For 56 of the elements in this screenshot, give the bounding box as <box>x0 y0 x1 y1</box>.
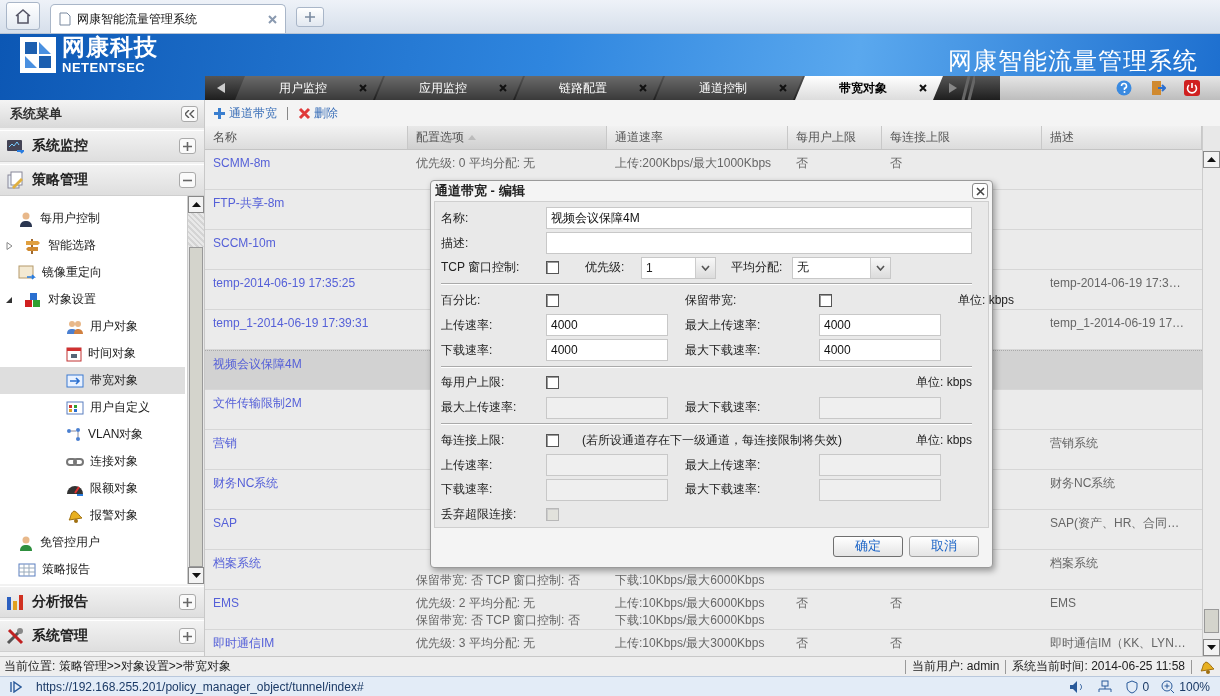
unit-label: 单位: kbps <box>958 292 1014 310</box>
field-label: TCP 窗口控制: <box>441 259 521 277</box>
table-cell-text: temp_1-2014-06-19 17… <box>1049 315 1186 332</box>
field-label: 最大上传速率: <box>685 316 762 334</box>
field-label: 每用户上限: <box>441 374 506 392</box>
field-label: 上传速率: <box>441 316 494 334</box>
field-label: 最大下载速率: <box>685 399 762 417</box>
unit-label: 单位: kbps <box>916 431 972 449</box>
table-cell-text: 营销系统 <box>1049 435 1099 452</box>
field-label: 丢弃超限连接: <box>441 506 518 524</box>
table-cell-text: 上传:10Kbps/最大3000Kbps <box>614 635 766 652</box>
table-cell-text: EMS <box>1049 595 1077 612</box>
field-label: 最大上传速率: <box>685 456 762 474</box>
field-label: 名称: <box>441 209 470 227</box>
field-label: 平均分配: <box>731 259 784 277</box>
field-label: 上传速率: <box>441 456 494 474</box>
table-cell-text: 保留带宽: 否 TCP 窗口控制: 否 <box>415 572 581 589</box>
field-label: 每连接上限: <box>441 431 506 449</box>
table-cell-text: 优先级: 2 平均分配: 无 保留带宽: 否 TCP 窗口控制: 否 <box>415 595 581 629</box>
table-cell-text: 否 <box>889 155 903 172</box>
table-cell-text: 否 <box>889 635 903 652</box>
field-label: 最大下载速率: <box>685 341 762 359</box>
current-user: 当前用户: admin <box>912 658 1000 675</box>
table-cell-text: SAP(资产、HR、合同… <box>1049 515 1181 532</box>
field-label: 优先级: <box>585 259 626 277</box>
table-cell-text: 优先级: 0 平均分配: 无 <box>415 155 537 172</box>
zoom-level: 100% <box>1179 679 1210 694</box>
note-text: (若所设通道存在下一级通道，每连接限制将失效) <box>582 431 842 449</box>
field-label: 描述: <box>441 234 470 252</box>
table-cell-text: temp-2014-06-19 17:3… <box>1049 275 1182 292</box>
table-cell-text: 即时通信IM（KK、LYN… <box>1049 635 1187 652</box>
table-cell-text: 否 <box>889 595 903 612</box>
table-cell-text: 否 <box>795 155 809 172</box>
unit-label: 单位: kbps <box>916 374 972 392</box>
blocked-count: 0 <box>1142 679 1150 694</box>
status-url: https://192.168.255.201/policy_manager_object/tunnel/index# <box>36 679 364 694</box>
system-time: 系统当前时间: 2014-06-25 11:58 <box>1012 658 1185 675</box>
system-title: 网康智能流量管理系统 <box>948 46 1198 76</box>
breadcrumb: 当前位置: 策略管理>>对象设置>>带宽对象 <box>4 658 231 675</box>
table-cell-text: 下载:10Kbps/最大6000Kbps <box>614 572 766 589</box>
table-cell-text: 否 <box>795 595 809 612</box>
logo-text: 网康科技 <box>62 36 158 59</box>
table-cell-text: 档案系统 <box>1049 555 1099 572</box>
field-label: 百分比: <box>441 292 482 310</box>
table-cell-text: 上传:200Kbps/最大1000Kbps <box>614 155 773 172</box>
table-cell-text: 财务NC系统 <box>1049 475 1117 492</box>
field-label: 保留带宽: <box>685 292 738 310</box>
field-label: 下载速率: <box>441 481 494 499</box>
field-label: 下载速率: <box>441 341 494 359</box>
field-label: 最大上传速率: <box>441 399 518 417</box>
table-cell-text: 上传:10Kbps/最大6000Kbps 下载:10Kbps/最大6000Kbps <box>614 595 766 629</box>
field-label: 最大下载速率: <box>685 481 762 499</box>
logo-text: NETENTSEC <box>62 61 147 74</box>
table-cell-text: 优先级: 3 平均分配: 无 <box>415 635 537 652</box>
table-cell-text: 否 <box>795 635 809 652</box>
sidebar-title: 系统菜单 <box>10 105 62 123</box>
